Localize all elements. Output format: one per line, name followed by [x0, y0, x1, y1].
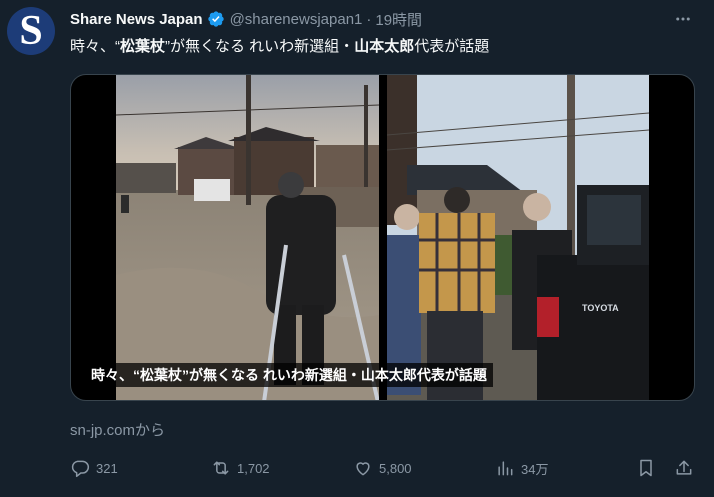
verified-icon	[207, 11, 224, 27]
avatar-letter: S	[19, 8, 43, 54]
tweet-text: 時々、“松葉杖”が無くなる れいわ新選組・山本太郎代表が話題	[70, 37, 489, 57]
tweet-text-bold: 松葉杖	[120, 38, 166, 55]
photo-right-image: TOYOTA	[387, 75, 649, 400]
views-button[interactable]: 34万	[495, 456, 548, 480]
tweet-time[interactable]: 19時間	[375, 9, 422, 30]
retweet-button[interactable]: 1,702	[211, 456, 270, 480]
tweet-text-part: ”が無くなる れいわ新選組・	[165, 38, 355, 55]
tweet-text-part: 時々、“	[70, 38, 120, 55]
separator-dot: ·	[366, 10, 372, 28]
more-icon[interactable]	[672, 8, 694, 30]
photo-left-image	[116, 75, 379, 400]
like-count: 5,800	[379, 460, 412, 476]
share-icon	[676, 460, 692, 475]
bookmark-button[interactable]	[636, 456, 656, 480]
bookmark-icon	[640, 459, 652, 477]
view-count: 34万	[521, 461, 549, 477]
share-button[interactable]	[674, 456, 694, 480]
media-caption: 時々、“松葉杖”が無くなる れいわ新選組・山本太郎代表が話題	[85, 363, 493, 387]
tweet-text-bold: 山本太郎	[354, 38, 415, 55]
avatar[interactable]: S	[7, 7, 55, 55]
source-link[interactable]: sn-jp.comから	[70, 419, 165, 440]
reply-button[interactable]: 321	[70, 456, 118, 480]
views-icon	[498, 461, 513, 476]
author-handle[interactable]: @sharenewsjapan1	[230, 11, 363, 28]
car-badge: TOYOTA	[582, 303, 619, 313]
author-name[interactable]: Share News Japan	[70, 11, 203, 28]
reply-count: 321	[96, 460, 118, 476]
like-button[interactable]: 5,800	[353, 456, 412, 480]
tweet-header: Share News Japan @sharenewsjapan1 · 19時間	[70, 9, 422, 29]
retweet-icon	[213, 461, 229, 475]
photo-left[interactable]	[116, 75, 379, 400]
reply-icon	[71, 460, 90, 478]
media-card[interactable]: TOYOTA 時々、“松葉杖”が無くなる れいわ新選組・山本太郎代表が話題	[70, 74, 695, 401]
photo-right[interactable]: TOYOTA	[387, 75, 649, 400]
retweet-count: 1,702	[237, 460, 270, 476]
tweet-text-part: 代表が話題	[414, 38, 490, 55]
action-bar: 321 1,702 5,800 34万	[70, 456, 700, 480]
like-icon	[356, 462, 370, 476]
